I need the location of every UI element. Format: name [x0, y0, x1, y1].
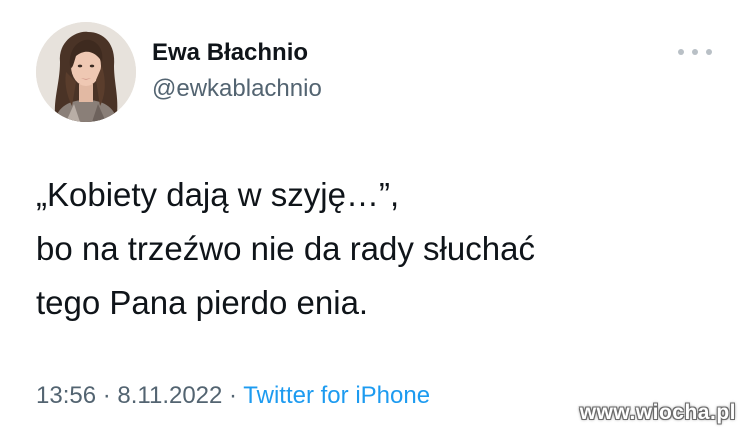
tweet: Ewa Błachnio @ewkablachnio „Kobiety dają…	[0, 0, 750, 437]
more-dot	[692, 49, 698, 55]
tweet-source-link[interactable]: Twitter for iPhone	[243, 382, 430, 409]
avatar[interactable]	[36, 22, 136, 122]
tweet-line: „Kobiety dają w szyję…”,	[36, 176, 400, 213]
tweet-line: tego Pana pierdo enia.	[36, 284, 369, 321]
tweet-date[interactable]: 8.11.2022	[117, 382, 222, 409]
tweet-meta: 13:56 · 8.11.2022 · Twitter for iPhone	[36, 381, 430, 411]
display-name[interactable]: Ewa Błachnio	[152, 38, 322, 68]
author-info[interactable]: Ewa Błachnio @ewkablachnio	[152, 38, 322, 104]
tweet-text: „Kobiety dają w szyję…”, bo na trzeźwo n…	[36, 168, 716, 330]
tweet-line: bo na trzeźwo nie da rady słuchać	[36, 230, 535, 267]
more-dot	[678, 49, 684, 55]
watermark: www.wiocha.pl	[579, 401, 736, 424]
meta-separator: ·	[222, 382, 244, 409]
meta-separator: ·	[96, 382, 118, 409]
user-handle[interactable]: @ewkablachnio	[152, 74, 322, 104]
avatar-image	[36, 22, 136, 122]
more-dot	[706, 49, 712, 55]
tweet-time[interactable]: 13:56	[36, 382, 96, 409]
more-horizontal-icon[interactable]	[678, 42, 712, 62]
